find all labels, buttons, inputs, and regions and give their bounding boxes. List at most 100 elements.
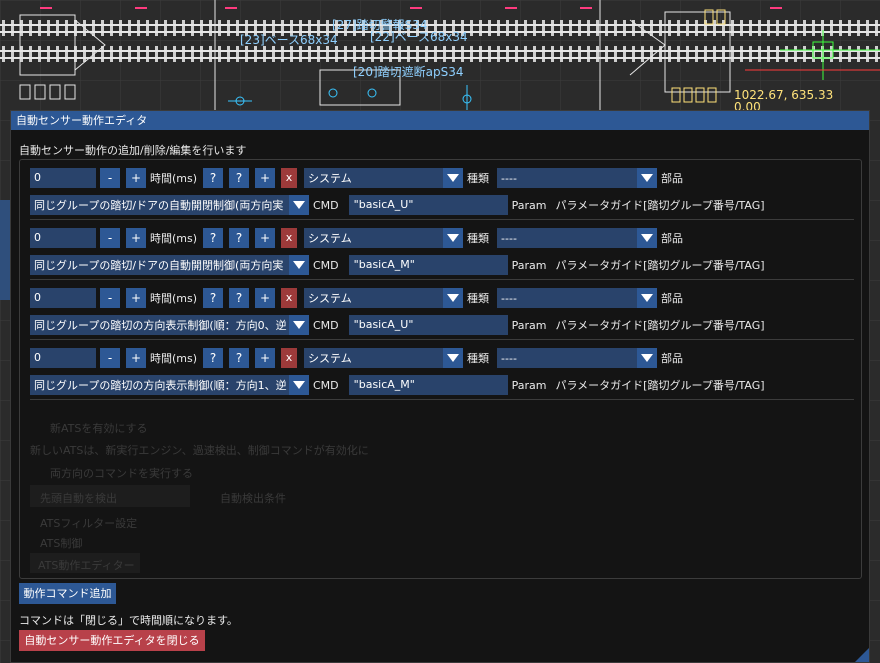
insert-entry-button[interactable]: + bbox=[255, 348, 276, 368]
time-decrement-button[interactable]: - bbox=[100, 288, 120, 308]
part-select[interactable]: ---- bbox=[497, 168, 658, 188]
action-entry: 0 - + 時間(ms) ? ? + x システム 種類 ---- 部品 同じグ… bbox=[20, 220, 861, 280]
ghost-text: 両方向のコマンドを実行する bbox=[50, 467, 193, 480]
ghost-text: ATS制御 bbox=[40, 537, 83, 550]
ghost-text: 自動検出条件 bbox=[220, 492, 286, 505]
help-button[interactable]: ? bbox=[203, 348, 224, 368]
type-select[interactable]: システム bbox=[304, 168, 464, 188]
type-label: 種類 bbox=[467, 292, 490, 305]
remove-entry-button[interactable]: x bbox=[281, 288, 298, 308]
part-select-value: ---- bbox=[501, 171, 517, 185]
help-button[interactable]: ? bbox=[229, 168, 250, 188]
time-input[interactable]: 0 bbox=[30, 348, 96, 368]
chevron-down-icon[interactable] bbox=[637, 288, 658, 308]
ghost-text: 新ATSを有効にする bbox=[50, 422, 148, 435]
type-label: 種類 bbox=[467, 232, 490, 245]
cmd-input[interactable]: "basicA_U" bbox=[348, 195, 508, 215]
time-increment-button[interactable]: + bbox=[126, 348, 146, 368]
cmd-input[interactable]: "basicA_M" bbox=[348, 375, 508, 395]
ghost-text: 先頭自動を検出 bbox=[40, 492, 117, 505]
action-entry: 0 - + 時間(ms) ? ? + x システム 種類 ---- 部品 同じグ… bbox=[20, 160, 861, 220]
insert-entry-button[interactable]: + bbox=[255, 288, 276, 308]
part-select-value: ---- bbox=[501, 351, 517, 365]
time-input[interactable]: 0 bbox=[30, 168, 96, 188]
part-select[interactable]: ---- bbox=[497, 228, 658, 248]
chevron-down-icon[interactable] bbox=[637, 168, 658, 188]
canvas-label: [22]ベース68x34 bbox=[370, 30, 468, 44]
type-select[interactable]: システム bbox=[304, 348, 464, 368]
action-select[interactable]: 同じグループの踏切/ドアの自動開閉制御(両方向実 bbox=[30, 255, 309, 275]
time-decrement-button[interactable]: - bbox=[100, 348, 120, 368]
chevron-down-icon[interactable] bbox=[289, 195, 309, 215]
part-label: 部品 bbox=[661, 352, 684, 365]
time-decrement-button[interactable]: - bbox=[100, 228, 120, 248]
help-button[interactable]: ? bbox=[203, 228, 224, 248]
part-label: 部品 bbox=[661, 232, 684, 245]
action-select-value: 同じグループの踏切の方向表示制御(順：方向0、逆 bbox=[34, 319, 287, 332]
chevron-down-icon[interactable] bbox=[443, 288, 464, 308]
entry-divider bbox=[30, 399, 854, 400]
cmd-label: CMD bbox=[313, 318, 339, 332]
window-title[interactable]: 自動センサー動作エディタ bbox=[11, 111, 869, 130]
action-entry: 0 - + 時間(ms) ? ? + x システム 種類 ---- 部品 同じグ… bbox=[20, 340, 861, 400]
help-button[interactable]: ? bbox=[229, 228, 250, 248]
entry-list-panel[interactable]: 新ATSを有効にする 新しいATSは、新実行エンジン、過速検出、制御コマンドが有… bbox=[19, 159, 862, 579]
time-increment-button[interactable]: + bbox=[126, 288, 146, 308]
param-guide-text: パラメータガイド[踏切グループ番号/TAG] bbox=[555, 319, 765, 332]
help-button[interactable]: ? bbox=[203, 288, 224, 308]
action-select[interactable]: 同じグループの踏切の方向表示制御(順：方向0、逆 bbox=[30, 315, 309, 335]
type-select-value: システム bbox=[308, 352, 352, 365]
part-select-value: ---- bbox=[501, 231, 517, 245]
cmd-label: CMD bbox=[313, 258, 339, 272]
chevron-down-icon[interactable] bbox=[289, 315, 309, 335]
chevron-down-icon[interactable] bbox=[443, 168, 464, 188]
type-select[interactable]: システム bbox=[304, 228, 464, 248]
time-decrement-button[interactable]: - bbox=[100, 168, 120, 188]
param-label: Param bbox=[511, 378, 547, 392]
insert-entry-button[interactable]: + bbox=[255, 168, 276, 188]
sort-note: コマンドは「閉じる」で時間順になります。 bbox=[19, 614, 238, 627]
help-button[interactable]: ? bbox=[229, 288, 250, 308]
remove-entry-button[interactable]: x bbox=[281, 228, 298, 248]
chevron-down-icon[interactable] bbox=[289, 375, 309, 395]
time-increment-button[interactable]: + bbox=[126, 168, 146, 188]
action-entry: 0 - + 時間(ms) ? ? + x システム 種類 ---- 部品 同じグ… bbox=[20, 280, 861, 340]
cmd-input[interactable]: "basicA_U" bbox=[348, 315, 508, 335]
help-button[interactable]: ? bbox=[203, 168, 224, 188]
time-label: 時間(ms) bbox=[150, 292, 198, 305]
part-select-value: ---- bbox=[501, 291, 517, 305]
remove-entry-button[interactable]: x bbox=[281, 348, 298, 368]
time-input[interactable]: 0 bbox=[30, 228, 96, 248]
param-guide-text: パラメータガイド[踏切グループ番号/TAG] bbox=[555, 259, 765, 272]
help-button[interactable]: ? bbox=[229, 348, 250, 368]
chevron-down-icon[interactable] bbox=[637, 228, 658, 248]
action-select[interactable]: 同じグループの踏切/ドアの自動開閉制御(両方向実 bbox=[30, 195, 309, 215]
canvas-label: [20]踏切遮断apS34 bbox=[353, 65, 464, 79]
close-editor-button[interactable]: 自動センサー動作エディタを閉じる bbox=[19, 630, 205, 651]
chevron-down-icon[interactable] bbox=[289, 255, 309, 275]
cmd-input[interactable]: "basicA_M" bbox=[348, 255, 508, 275]
time-input[interactable]: 0 bbox=[30, 288, 96, 308]
type-label: 種類 bbox=[467, 352, 490, 365]
type-select[interactable]: システム bbox=[304, 288, 464, 308]
insert-entry-button[interactable]: + bbox=[255, 228, 276, 248]
time-label: 時間(ms) bbox=[150, 232, 198, 245]
action-select[interactable]: 同じグループの踏切の方向表示制御(順：方向1、逆 bbox=[30, 375, 309, 395]
type-select-value: システム bbox=[308, 232, 352, 245]
window-description: 自動センサー動作の追加/削除/編集を行います bbox=[19, 144, 247, 157]
cmd-label: CMD bbox=[313, 378, 339, 392]
param-guide-text: パラメータガイド[踏切グループ番号/TAG] bbox=[555, 379, 765, 392]
add-action-command-button[interactable]: 動作コマンド追加 bbox=[19, 583, 116, 604]
chevron-down-icon[interactable] bbox=[637, 348, 658, 368]
part-select[interactable]: ---- bbox=[497, 288, 658, 308]
param-guide-text: パラメータガイド[踏切グループ番号/TAG] bbox=[555, 199, 765, 212]
part-label: 部品 bbox=[661, 292, 684, 305]
resize-grip-icon[interactable] bbox=[855, 648, 869, 662]
part-select[interactable]: ---- bbox=[497, 348, 658, 368]
action-select-value: 同じグループの踏切の方向表示制御(順：方向1、逆 bbox=[34, 379, 287, 392]
chevron-down-icon[interactable] bbox=[443, 348, 464, 368]
chevron-down-icon[interactable] bbox=[443, 228, 464, 248]
time-label: 時間(ms) bbox=[150, 172, 198, 185]
time-increment-button[interactable]: + bbox=[126, 228, 146, 248]
remove-entry-button[interactable]: x bbox=[281, 168, 298, 188]
